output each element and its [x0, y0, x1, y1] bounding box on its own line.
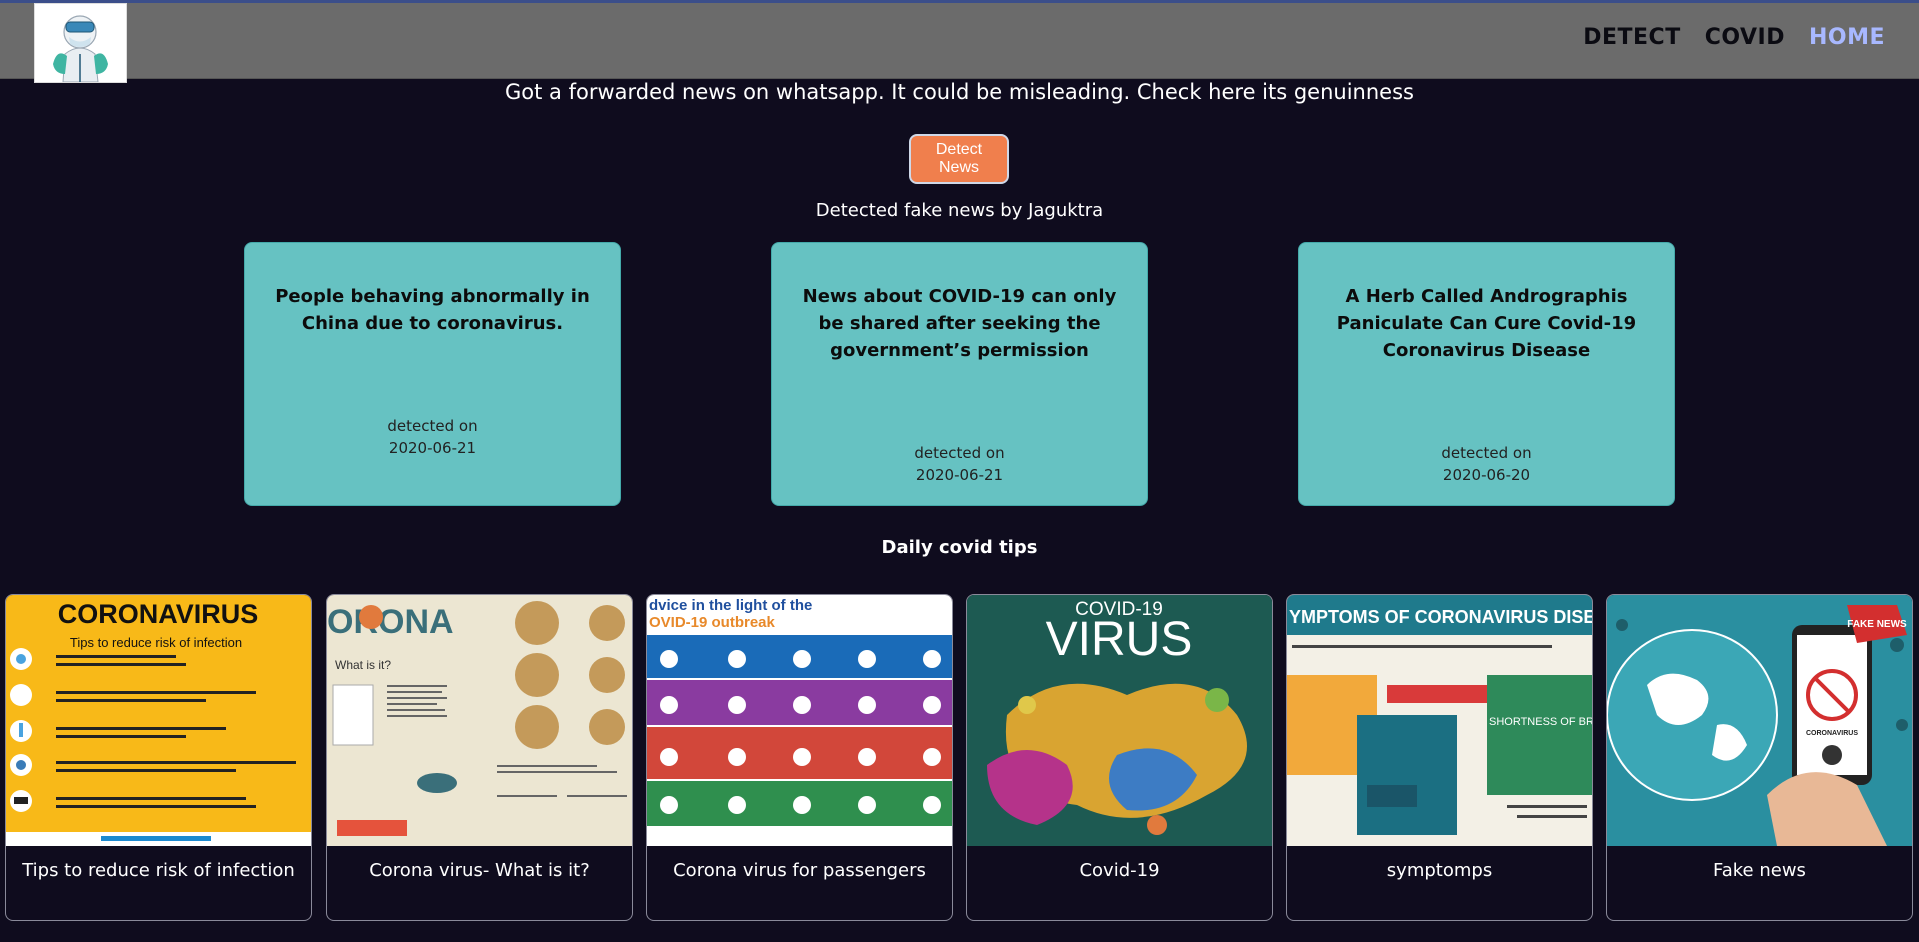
tip-image-heading: dvice in the light of the	[649, 597, 812, 614]
tip-image-sub: SHORTNESS OF BREATH	[1489, 716, 1592, 728]
news-card[interactable]: A Herb Called Andrographis Paniculate Ca…	[1298, 242, 1675, 506]
tip-image-sub: OVID-19 outbreak	[649, 614, 776, 631]
tip-image-sub: Tips to reduce risk of infection	[70, 635, 242, 650]
doctor-mask-icon	[35, 4, 126, 83]
tip-image: dvice in the light of the OVID-19 outbre…	[647, 595, 952, 846]
news-card[interactable]: News about COVID-19 can only be shared a…	[771, 242, 1148, 506]
tip-label: symptomps	[1386, 860, 1493, 881]
tip-image: YMPTOMS OF CORONAVIRUS DISEASE 2019 SHOR…	[1287, 595, 1592, 846]
nav-link-covid[interactable]: COVID	[1705, 25, 1785, 50]
detected-date: 2020-06-21	[388, 439, 477, 457]
tip-image-heading: ORONA	[327, 603, 454, 641]
tip-image-heading: CORONAVIRUS	[58, 599, 259, 629]
detect-news-button[interactable]: Detect News	[909, 134, 1009, 184]
tip-image-sub: What is it?	[335, 658, 391, 672]
detected-label: detected on	[387, 417, 478, 435]
detected-news-subtitle: Detected fake news by Jaguktra	[815, 200, 1104, 221]
tip-card[interactable]: COVID-19 VIRUS Covid-19	[966, 594, 1273, 921]
tip-card[interactable]: ORONA What is it? Corona virus- What is …	[326, 594, 633, 921]
nav-links: DETECT COVID HOME	[1583, 25, 1885, 50]
tip-label: Fake news	[1713, 860, 1806, 881]
tip-image-heading: YMPTOMS OF CORONAVIRUS DISEASE 2019	[1289, 607, 1592, 627]
nav-link-home[interactable]: HOME	[1809, 25, 1885, 50]
tip-card[interactable]: dvice in the light of the OVID-19 outbre…	[646, 594, 953, 921]
hero-text: Got a forwarded news on whatsapp. It cou…	[505, 80, 1414, 104]
tip-label: Covid-19	[1079, 860, 1160, 881]
news-date: detected on 2020-06-21	[245, 415, 620, 459]
news-card[interactable]: People behaving abnormally in China due …	[244, 242, 621, 506]
news-title: People behaving abnormally in China due …	[275, 286, 590, 334]
tip-label: Corona virus for passengers	[673, 860, 926, 881]
tip-label: Tips to reduce risk of infection	[22, 860, 295, 881]
tip-card[interactable]: FAKE NEWS CORONAVIRUS Fake news	[1606, 594, 1913, 921]
tip-image: CORONAVIRUS Tips to reduce risk of infec…	[6, 595, 311, 846]
tip-card[interactable]: YMPTOMS OF CORONAVIRUS DISEASE 2019 SHOR…	[1286, 594, 1593, 921]
detected-date: 2020-06-21	[915, 466, 1004, 484]
tip-card[interactable]: CORONAVIRUS Tips to reduce risk of infec…	[5, 594, 312, 921]
logo[interactable]	[34, 3, 127, 83]
detected-date: 2020-06-20	[1442, 466, 1531, 484]
tip-image-sub: VIRUS	[1046, 613, 1193, 666]
tips-title: Daily covid tips	[881, 537, 1038, 558]
detected-label: detected on	[914, 444, 1005, 462]
tip-image-sub: CORONAVIRUS	[1806, 730, 1858, 737]
news-date: detected on 2020-06-21	[772, 442, 1147, 486]
news-date: detected on 2020-06-20	[1299, 442, 1674, 486]
tip-image: COVID-19 VIRUS	[967, 595, 1272, 846]
tip-label: Corona virus- What is it?	[369, 860, 590, 881]
tip-image: ORONA What is it?	[327, 595, 632, 846]
tip-image-heading: FAKE NEWS	[1847, 619, 1907, 630]
navbar: DETECT COVID HOME	[0, 3, 1919, 83]
news-title: A Herb Called Andrographis Paniculate Ca…	[1336, 286, 1637, 361]
news-title: News about COVID-19 can only be shared a…	[802, 286, 1117, 361]
tip-image: FAKE NEWS CORONAVIRUS	[1607, 595, 1912, 846]
detected-label: detected on	[1441, 444, 1532, 462]
nav-link-detect[interactable]: DETECT	[1583, 25, 1680, 50]
